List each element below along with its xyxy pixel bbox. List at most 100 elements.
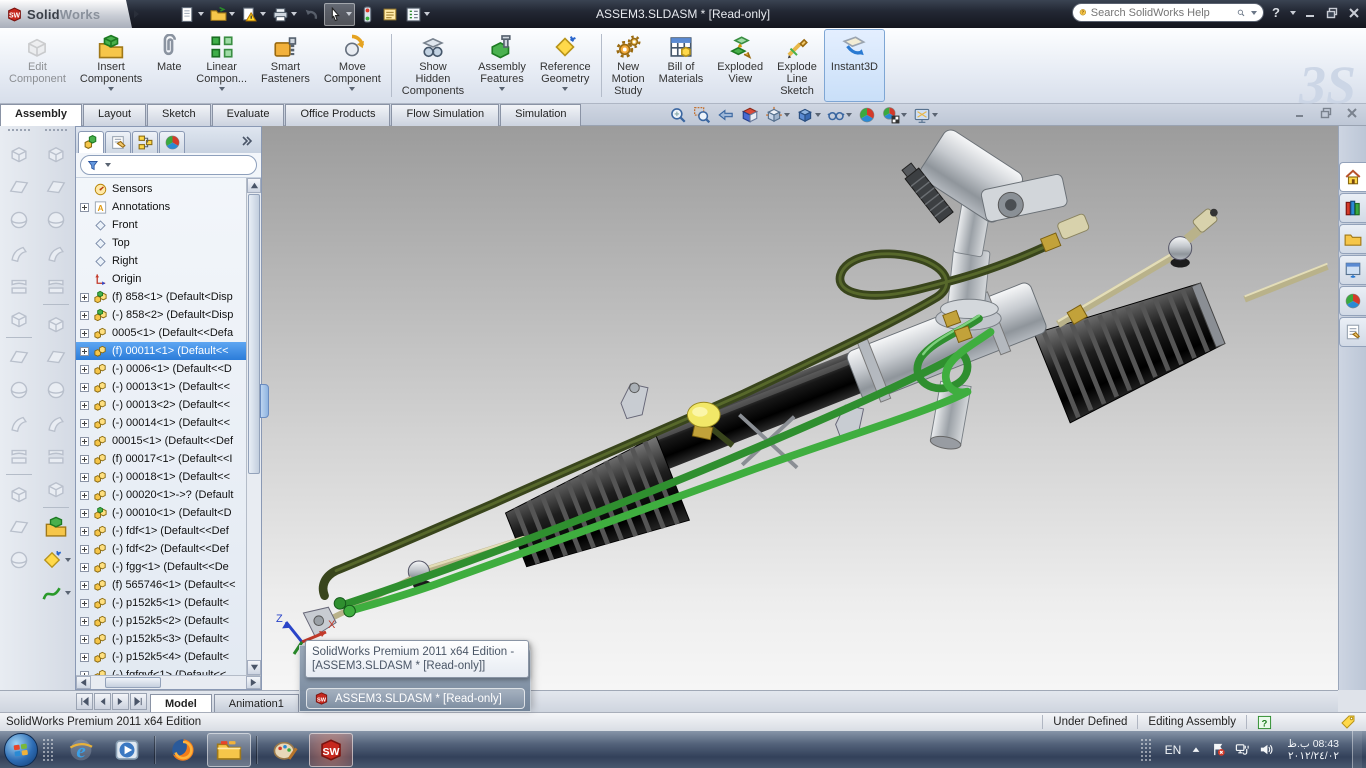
tree-item[interactable]: Sensors: [76, 180, 246, 198]
search-dropdown-icon[interactable]: [1251, 11, 1257, 15]
dropdown-arrow-icon[interactable]: [229, 12, 235, 16]
tree-item[interactable]: (-) 00013<2> (Default<<: [76, 396, 246, 414]
tree-item[interactable]: (f) 565746<1> (Default<<: [76, 576, 246, 594]
view-settings-button[interactable]: [912, 105, 939, 125]
extend-surface-button[interactable]: [8, 439, 30, 472]
tab-animation1[interactable]: Animation1: [214, 694, 299, 712]
fm-tabs-overflow-icon[interactable]: [235, 136, 259, 153]
tree-item[interactable]: (-) 0006<1> (Default<<D: [76, 360, 246, 378]
tree-item[interactable]: Right: [76, 252, 246, 270]
expand-plus-icon[interactable]: [80, 383, 89, 392]
show-desktop-button[interactable]: [1352, 731, 1362, 768]
scroll-right-icon[interactable]: [246, 676, 261, 689]
revolved-cut-button[interactable]: [45, 373, 67, 406]
expand-plus-icon[interactable]: [80, 365, 89, 374]
toolbar-grip[interactable]: [8, 129, 30, 133]
task-pane-tab-appearances[interactable]: [1339, 286, 1366, 316]
task-pane-tab-custom-properties[interactable]: [1339, 317, 1366, 347]
right-bellows-boot[interactable]: [1034, 269, 1231, 423]
start-button[interactable]: [4, 733, 38, 767]
expand-plus-icon[interactable]: [80, 311, 89, 320]
knit-surface-button[interactable]: [8, 302, 30, 335]
expand-plus-icon[interactable]: [80, 329, 89, 338]
dropdown-arrow-icon[interactable]: [65, 591, 71, 595]
zoom-area-button[interactable]: [692, 105, 712, 125]
linear-pattern-button[interactable]: Linear Compon...: [189, 29, 254, 102]
dropdown-arrow-icon[interactable]: [424, 12, 430, 16]
open-button[interactable]: [208, 4, 237, 25]
tree-item[interactable]: 00015<1> (Default<<Def: [76, 432, 246, 450]
dropdown-arrow-icon[interactable]: [815, 113, 821, 117]
expand-plus-icon[interactable]: [80, 455, 89, 464]
chamfer-button[interactable]: [45, 439, 67, 472]
restore-button[interactable]: [1326, 7, 1338, 19]
dropdown-arrow-icon[interactable]: [65, 558, 71, 562]
language-indicator[interactable]: EN: [1165, 743, 1182, 757]
search-icon[interactable]: [1237, 6, 1245, 20]
taskbar-firefox-button[interactable]: [161, 733, 205, 767]
tab-layout[interactable]: Layout: [83, 104, 146, 126]
expand-plus-icon[interactable]: [80, 437, 89, 446]
expand-plus-icon[interactable]: [80, 599, 89, 608]
tree-item[interactable]: (-) 00020<1>->? (Default: [76, 486, 246, 504]
task-pane-tab-view-palette[interactable]: [1339, 255, 1366, 285]
tree-item-selected[interactable]: (f) 00011<1> (Default<<: [76, 342, 246, 360]
exploded-view-button[interactable]: Exploded View: [710, 29, 770, 102]
previous-tab-button[interactable]: [94, 693, 111, 710]
dropdown-arrow-icon[interactable]: [349, 87, 355, 91]
trim-surface-button[interactable]: [8, 477, 30, 510]
options-button[interactable]: [403, 4, 432, 25]
taskbar-explorer-button[interactable]: [207, 733, 251, 767]
appearance-note-button[interactable]: [380, 4, 401, 25]
task-pane-tab-solidworks-resources[interactable]: [1339, 162, 1366, 192]
extruded-boss-button[interactable]: [45, 137, 67, 170]
lofted-boss-button[interactable]: [45, 236, 67, 269]
expand-plus-icon[interactable]: [80, 545, 89, 554]
taskbar-internet-explorer-button[interactable]: e: [59, 733, 103, 767]
tab-simulation[interactable]: Simulation: [500, 104, 581, 126]
zoom-fit-button[interactable]: [668, 105, 688, 125]
fm-tab-featuremanager-design-tree[interactable]: [78, 131, 104, 153]
doc-restore-button[interactable]: [1320, 107, 1332, 119]
bill-of-materials-button[interactable]: Bill of Materials: [652, 29, 711, 102]
expand-plus-icon[interactable]: [80, 635, 89, 644]
tree-item[interactable]: Front: [76, 216, 246, 234]
tray-expand-icon[interactable]: [1190, 744, 1202, 756]
scrollbar-thumb[interactable]: [248, 194, 260, 474]
tree-item[interactable]: Origin: [76, 270, 246, 288]
dropdown-arrow-icon[interactable]: [499, 87, 505, 91]
boundary-boss-button[interactable]: [45, 269, 67, 302]
expand-plus-icon[interactable]: [80, 473, 89, 482]
action-center-icon[interactable]: [1211, 742, 1226, 757]
tree-item[interactable]: (-) p152k5<4> (Default<: [76, 648, 246, 666]
section-view-button[interactable]: [740, 105, 760, 125]
dropdown-arrow-icon[interactable]: [901, 113, 907, 117]
hide-show-items-button[interactable]: [826, 105, 853, 125]
revolved-boss-button[interactable]: [45, 170, 67, 203]
taskbar-paint-button[interactable]: [263, 733, 307, 767]
edit-component-button[interactable]: Edit Component: [2, 29, 73, 102]
tab-assembly[interactable]: Assembly: [0, 104, 82, 126]
network-icon[interactable]: [1235, 742, 1250, 757]
tree-item[interactable]: (-) fgfgvf<1> (Default<<: [76, 666, 246, 675]
expand-plus-icon[interactable]: [80, 293, 89, 302]
expand-plus-icon[interactable]: [80, 509, 89, 518]
dropdown-arrow-icon[interactable]: [784, 113, 790, 117]
fm-tab-configurationmanager[interactable]: [132, 131, 158, 153]
clock[interactable]: 08:43 ب.ظ ٢٠١٢/٢٤/٠٢: [1283, 738, 1343, 762]
reference-geometry-colored-button[interactable]: [41, 543, 71, 576]
untrim-surface-button[interactable]: [8, 510, 30, 543]
tab-model[interactable]: Model: [150, 694, 212, 712]
expand-plus-icon[interactable]: [80, 491, 89, 500]
expand-plus-icon[interactable]: [80, 203, 89, 212]
insert-components-button[interactable]: Insert Components: [73, 29, 149, 102]
doc-minimize-button[interactable]: [1294, 107, 1306, 119]
edit-appearance-button[interactable]: [857, 105, 877, 125]
dropdown-arrow-icon[interactable]: [260, 12, 266, 16]
tree-item[interactable]: (f) 858<1> (Default<Disp: [76, 288, 246, 306]
tree-vertical-scrollbar[interactable]: [246, 178, 261, 675]
swept-surface-button[interactable]: [8, 236, 30, 269]
delete-face-button[interactable]: [8, 373, 30, 406]
view-orientation-button[interactable]: [764, 105, 791, 125]
steering-rack-assembly-model[interactable]: [262, 126, 1338, 690]
